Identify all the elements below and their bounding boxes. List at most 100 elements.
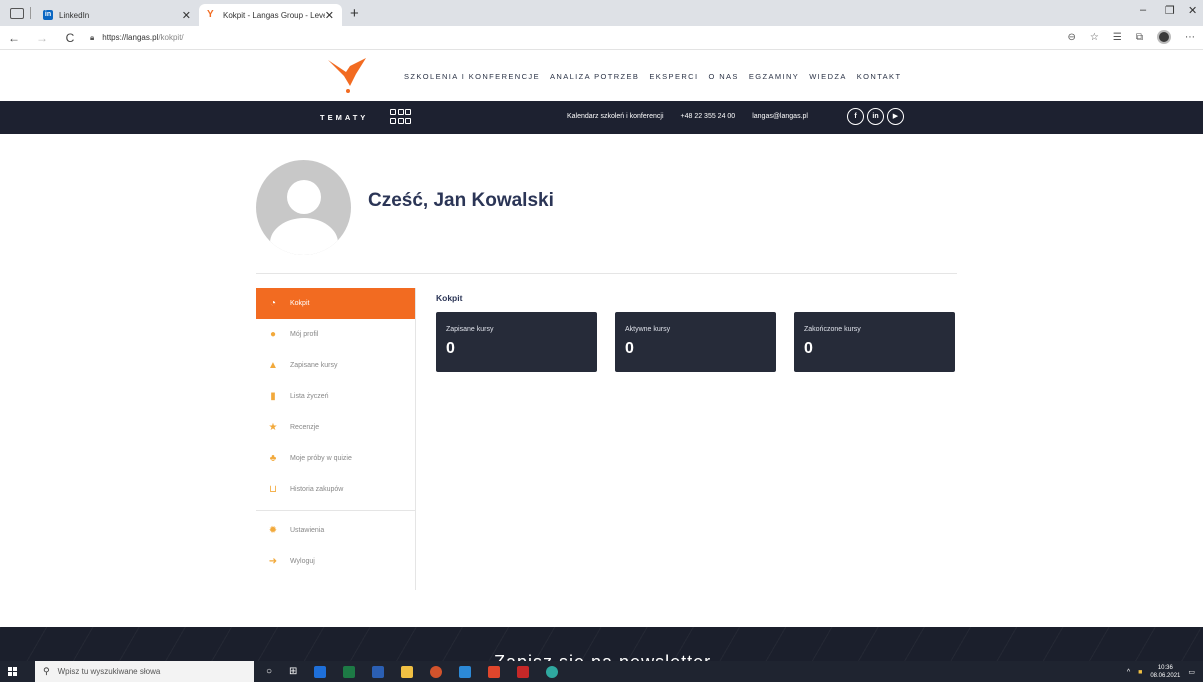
profile-avatar-icon[interactable] <box>1157 30 1171 44</box>
nav-egzaminy[interactable]: EGZAMINY <box>749 72 799 81</box>
tematy-label[interactable]: TEMATY <box>320 113 368 122</box>
dashboard-icon: ◔ <box>269 297 277 309</box>
calendar-link[interactable]: Kalendarz szkoleń i konferencji <box>567 113 664 120</box>
edge-icon[interactable] <box>546 665 559 678</box>
search-icon: ⚲ <box>43 666 50 676</box>
taskbar-apps: ○ ⊞ <box>266 665 559 678</box>
user-icon: ● <box>269 328 277 340</box>
youtube-icon[interactable]: ▶ <box>887 108 904 125</box>
tab-title: LinkedIn <box>59 10 90 20</box>
stat-card-active: Aktywne kursy 0 <box>615 312 776 372</box>
chevron-up-icon[interactable]: ^ <box>1127 669 1130 676</box>
favorite-add-icon[interactable]: ☆ <box>1090 32 1099 43</box>
system-tray: ^ ■ 10:36 08.06.2021 ▭ <box>1127 664 1195 680</box>
main-nav: SZKOLENIA I KONFERENCJE ANALIZA POTRZEB … <box>404 72 901 81</box>
url-path: /kokpit/ <box>158 33 184 42</box>
site-footer: Zapisz się na newsletter <box>0 627 1203 661</box>
tray-app-icon[interactable]: ■ <box>1138 669 1142 676</box>
forward-icon[interactable]: → <box>28 31 56 45</box>
gear-icon: ✹ <box>268 524 278 536</box>
sidebar-item-wishlist[interactable]: ▮ Lista życzeń <box>256 381 415 412</box>
sidebar-item-label: Lista życzeń <box>290 393 329 400</box>
word-icon[interactable] <box>372 665 385 678</box>
clock-date: 08.06.2021 <box>1150 673 1181 679</box>
facebook-icon[interactable]: f <box>847 108 864 125</box>
back-icon[interactable]: ← <box>0 31 28 45</box>
sidebar-item-settings[interactable]: ✹ Ustawienia <box>256 515 415 546</box>
sidebar-item-quiz[interactable]: ♣ Moje próby w quizie <box>256 443 415 474</box>
linkedin-icon[interactable]: in <box>867 108 884 125</box>
outlook-calendar-icon[interactable] <box>459 665 472 678</box>
phone-link[interactable]: +48 22 355 24 00 <box>681 113 736 120</box>
new-tab-icon[interactable]: + <box>350 5 359 22</box>
langas-logo[interactable] <box>326 56 370 94</box>
sidebar-item-label: Wyloguj <box>290 558 315 565</box>
excel-icon[interactable] <box>343 665 356 678</box>
graduation-cap-icon: ▲ <box>268 359 278 371</box>
minimize-icon[interactable]: – <box>1140 4 1146 16</box>
stat-card-value: 0 <box>625 340 634 357</box>
site-header: SZKOLENIA I KONFERENCJE ANALIZA POTRZEB … <box>0 50 1203 101</box>
collections-icon[interactable]: ⧉ <box>1136 32 1143 43</box>
refresh-icon[interactable]: C <box>56 31 84 45</box>
clock-time: 10:36 <box>1157 665 1173 671</box>
browser-tab-bar: in LinkedIn ✕ Y Kokpit - Langas Group - … <box>0 0 1203 26</box>
address-bar: ← → C 🔒︎ https://langas.pl/kokpit/ ⊖ ☆ ☰… <box>0 26 1203 50</box>
zoom-icon[interactable]: ⊖ <box>1068 32 1076 43</box>
stat-card-completed: Zakończone kursy 0 <box>794 312 955 372</box>
topbar-links: Kalendarz szkoleń i konferencji +48 22 3… <box>567 113 808 120</box>
langas-favicon-icon: Y <box>207 9 214 20</box>
sidebar-item-profile[interactable]: ● Mój profil <box>256 319 415 350</box>
divider <box>256 273 957 274</box>
maximize-icon[interactable]: ❐ <box>1165 4 1175 17</box>
stat-card-label: Zakończone kursy <box>804 326 861 333</box>
close-icon[interactable]: ✕ <box>182 9 191 22</box>
nav-kontakt[interactable]: KONTAKT <box>857 72 902 81</box>
grid-menu-icon[interactable] <box>390 109 412 125</box>
cortana-icon[interactable]: ○ <box>266 666 272 677</box>
close-icon[interactable]: ✕ <box>325 9 334 22</box>
tab-linkedin[interactable]: in LinkedIn ✕ <box>35 4 199 26</box>
sidebar-item-orders[interactable]: ⊔ Historia zakupów <box>256 474 415 505</box>
sidebar-item-label: Kokpit <box>290 300 310 307</box>
task-view-icon[interactable]: ⊞ <box>289 666 297 677</box>
sidebar-item-reviews[interactable]: ★ Recenzje <box>256 412 415 443</box>
windows-taskbar: ⚲ Wpisz tu wyszukiwane słowa ○ ⊞ ^ ■ 10:… <box>0 661 1203 682</box>
page-title: Cześć, Jan Kowalski <box>368 190 554 211</box>
more-icon[interactable]: ⋯ <box>1185 32 1195 43</box>
powerpoint-icon[interactable] <box>430 665 443 678</box>
stat-card-label: Aktywne kursy <box>625 326 671 333</box>
nav-o-nas[interactable]: O NAS <box>708 72 738 81</box>
notifications-icon[interactable]: ▭ <box>1188 668 1195 676</box>
file-explorer-icon[interactable] <box>401 665 414 678</box>
nav-szkolenia[interactable]: SZKOLENIA I KONFERENCJE <box>404 72 540 81</box>
office-icon[interactable] <box>488 665 501 678</box>
stats-cards: Zapisane kursy 0 Aktywne kursy 0 Zakończ… <box>436 312 955 372</box>
nav-wiedza[interactable]: WIEDZA <box>809 72 847 81</box>
windows-start-icon[interactable] <box>8 667 28 676</box>
stat-card-enrolled: Zapisane kursy 0 <box>436 312 597 372</box>
social-links: f in ▶ <box>847 108 904 125</box>
sidebar-item-enrolled[interactable]: ▲ Zapisane kursy <box>256 350 415 381</box>
browser-toolbar: ⊖ ☆ ☰ ⧉ ⋯ <box>1068 30 1195 44</box>
nav-eksperci[interactable]: EKSPERCI <box>649 72 698 81</box>
sidebar-item-label: Historia zakupów <box>290 486 344 493</box>
email-link[interactable]: langas@langas.pl <box>752 113 808 120</box>
favorites-icon[interactable]: ☰ <box>1113 32 1122 43</box>
acrobat-icon[interactable] <box>517 665 530 678</box>
sidebar-item-logout[interactable]: ➜ Wyloguj <box>256 546 415 577</box>
url-field[interactable]: 🔒︎ https://langas.pl/kokpit/ <box>90 33 184 43</box>
url-host: https://langas.pl <box>102 33 159 42</box>
outlook-icon[interactable] <box>314 665 327 678</box>
clock[interactable]: 10:36 08.06.2021 <box>1150 664 1180 680</box>
sidebar-item-kokpit[interactable]: ◔ Kokpit <box>256 288 415 319</box>
taskbar-search-input[interactable]: ⚲ Wpisz tu wyszukiwane słowa <box>35 661 254 682</box>
tab-kokpit[interactable]: Y Kokpit - Langas Group - Level Up ✕ <box>199 4 342 26</box>
section-title: Kokpit <box>436 293 463 303</box>
bookmark-icon: ▮ <box>270 390 276 402</box>
nav-analiza[interactable]: ANALIZA POTRZEB <box>550 72 639 81</box>
quiz-icon: ♣ <box>269 452 277 464</box>
window-close-icon[interactable]: ✕ <box>1188 4 1197 17</box>
star-icon: ★ <box>268 421 278 433</box>
tab-actions-icon[interactable] <box>10 8 24 19</box>
